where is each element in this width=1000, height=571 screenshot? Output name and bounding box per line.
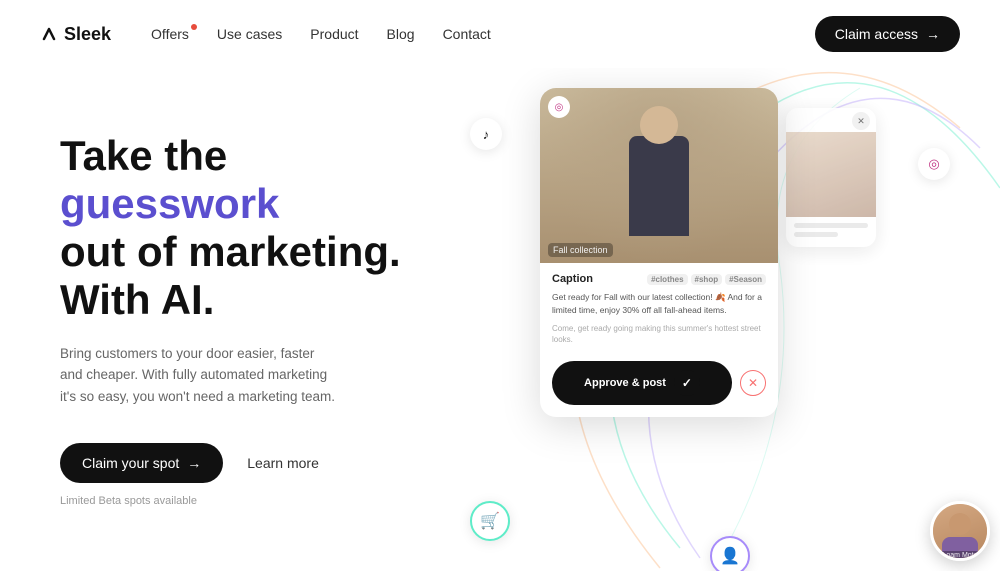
nav-link-contact[interactable]: Contact <box>443 26 491 42</box>
cart-icon: 🛒 <box>470 501 510 541</box>
claim-spot-button[interactable]: Claim your spot → <box>60 443 223 483</box>
main-post-card: ◎ Fall collection Caption #clothes #shop… <box>540 88 778 417</box>
offers-badge <box>191 24 197 30</box>
side-post-card: ✕ <box>786 108 876 247</box>
hero-title-highlight: guesswork <box>60 180 279 227</box>
hero-section: Take the guesswork out of marketing.With… <box>0 68 1000 571</box>
brand-name: Sleek <box>64 24 111 45</box>
card-caption-section: Caption #clothes #shop #Season <box>540 263 778 289</box>
nav-link-offers[interactable]: Offers <box>151 26 189 42</box>
avatar-face <box>933 504 987 558</box>
brand-logo[interactable]: Sleek <box>40 24 111 45</box>
approve-post-button[interactable]: Approve & post ✓ <box>552 361 732 405</box>
hero-buttons: Claim your spot → Learn more <box>60 443 420 483</box>
hero-title: Take the guesswork out of marketing.With… <box>60 132 420 325</box>
nav-link-use-cases[interactable]: Use cases <box>217 26 282 42</box>
card-caption-text2: Come, get ready going making this summer… <box>540 323 778 353</box>
close-icon[interactable]: ✕ <box>852 112 870 130</box>
card-image: ◎ Fall collection <box>540 88 778 263</box>
nav-links: Offers Use cases Product Blog Contact <box>151 26 815 42</box>
nav-link-product[interactable]: Product <box>310 26 358 42</box>
card-image-inner <box>540 88 778 263</box>
reject-post-button[interactable]: ✕ <box>740 370 766 396</box>
card-actions: Approve & post ✓ ✕ <box>540 353 778 417</box>
card-image-label: Fall collection <box>548 243 613 257</box>
card-top: ◎ Fall collection <box>540 88 778 263</box>
person-body <box>629 136 689 236</box>
checkmark-button[interactable]: ✓ <box>674 370 700 396</box>
side-card-line-1 <box>794 223 868 228</box>
card-container: ◎ Fall collection Caption #clothes #shop… <box>540 88 876 417</box>
hero-content: Take the guesswork out of marketing.With… <box>0 68 460 571</box>
side-card-image-inner <box>786 132 876 217</box>
nav-link-blog[interactable]: Blog <box>387 26 415 42</box>
person-silhouette <box>619 96 699 256</box>
avatar-head <box>949 513 971 535</box>
side-card-content <box>786 217 876 247</box>
hero-visual: ♪ ✉ ◎ 🛒 👤 <box>460 68 1000 571</box>
side-card-close: ✕ <box>786 108 876 132</box>
user-icon: 👤 <box>710 536 750 571</box>
navbar: Sleek Offers Use cases Product Blog Cont… <box>0 0 1000 68</box>
side-card-line-2 <box>794 232 838 237</box>
learn-more-button[interactable]: Learn more <box>247 455 319 471</box>
side-card-image <box>786 132 876 217</box>
claim-access-button[interactable]: Claim access → <box>815 16 960 52</box>
instagram-floating-icon: ◎ <box>918 148 950 180</box>
card-instagram-icon: ◎ <box>548 96 570 118</box>
hero-subtitle: Bring customers to your door easier, fas… <box>60 343 340 408</box>
person-head <box>640 106 678 144</box>
beta-note: Limited Beta spots available <box>60 495 420 507</box>
tiktok-icon: ♪ <box>470 118 502 150</box>
avatar: Loam Mote <box>930 501 990 561</box>
caption-tags: #clothes #shop #Season <box>647 274 766 285</box>
card-caption-text: Get ready for Fall with our latest colle… <box>540 289 778 323</box>
